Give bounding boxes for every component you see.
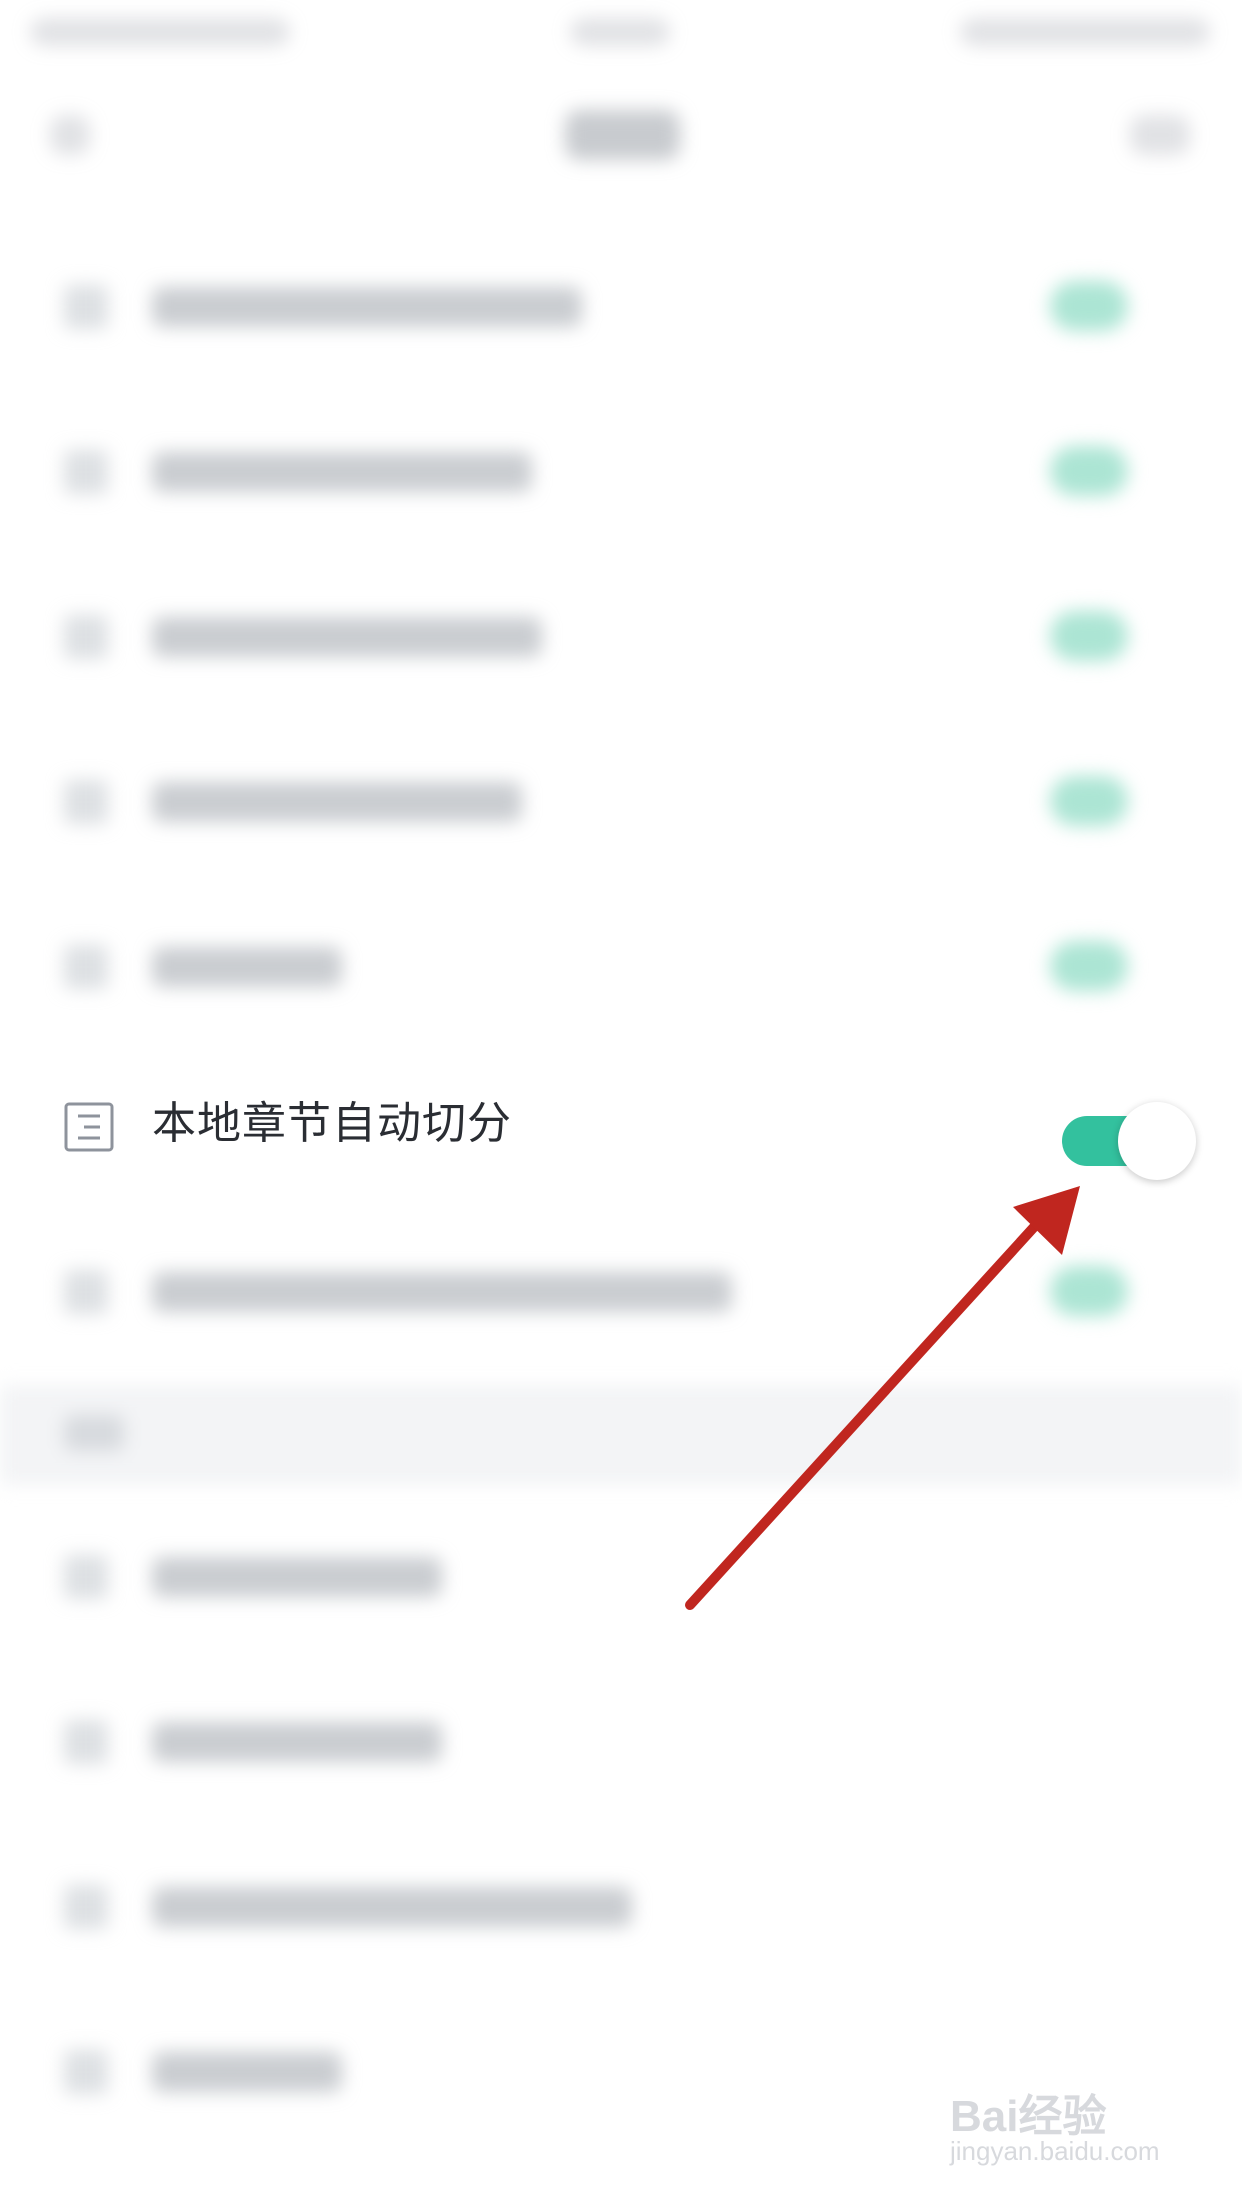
status-bar-battery bbox=[960, 18, 1210, 46]
row-icon bbox=[64, 1555, 108, 1599]
toggle-knob bbox=[1118, 1102, 1196, 1180]
watermark-brand: Bai经验 bbox=[950, 2092, 1107, 2141]
status-bar-carrier bbox=[30, 18, 290, 46]
auto-split-chapters-label: 本地章节自动切分 bbox=[152, 1098, 512, 1149]
row-icon bbox=[64, 1885, 108, 1929]
settings-row[interactable] bbox=[0, 1660, 1242, 1825]
settings-row[interactable] bbox=[0, 885, 1242, 1050]
page-title bbox=[565, 110, 680, 160]
document-lines-icon bbox=[64, 1102, 114, 1152]
section-separator bbox=[0, 1385, 1242, 1485]
row-label bbox=[152, 1722, 442, 1762]
toggle-switch[interactable] bbox=[1050, 776, 1128, 826]
row-label bbox=[152, 287, 582, 327]
toggle-switch[interactable] bbox=[1050, 446, 1128, 496]
row-label bbox=[152, 2052, 342, 2092]
row-label bbox=[152, 452, 532, 492]
row-label bbox=[152, 947, 342, 987]
toggle-switch[interactable] bbox=[1050, 611, 1128, 661]
row-icon bbox=[64, 450, 108, 494]
more-icon[interactable] bbox=[1130, 115, 1190, 155]
settings-row[interactable] bbox=[0, 390, 1242, 555]
toggle-switch[interactable] bbox=[1050, 941, 1128, 991]
toggle-switch[interactable] bbox=[1050, 281, 1128, 331]
watermark: Bai经验 jingyan.baidu.com bbox=[950, 2080, 1210, 2180]
row-icon bbox=[64, 285, 108, 329]
row-label bbox=[152, 782, 522, 822]
row-label bbox=[152, 1887, 632, 1927]
row-label bbox=[152, 617, 542, 657]
settings-row[interactable] bbox=[0, 1495, 1242, 1660]
status-bar bbox=[0, 0, 1242, 60]
watermark-url: jingyan.baidu.com bbox=[950, 2136, 1160, 2166]
row-icon bbox=[64, 1270, 108, 1314]
settings-row[interactable] bbox=[0, 1825, 1242, 1990]
row-label bbox=[152, 1272, 732, 1312]
section-header bbox=[64, 1415, 124, 1451]
settings-row[interactable] bbox=[0, 720, 1242, 885]
toggle-switch[interactable] bbox=[1050, 1266, 1128, 1316]
settings-row[interactable] bbox=[0, 225, 1242, 390]
row-icon bbox=[64, 945, 108, 989]
nav-bar bbox=[0, 60, 1242, 190]
row-icon bbox=[64, 615, 108, 659]
back-icon[interactable] bbox=[50, 115, 90, 155]
status-bar-time bbox=[570, 18, 670, 46]
row-label bbox=[152, 1557, 442, 1597]
settings-row[interactable] bbox=[0, 555, 1242, 720]
row-icon bbox=[64, 1720, 108, 1764]
auto-split-chapters-row[interactable]: 本地章节自动切分 bbox=[0, 1050, 1242, 1205]
row-icon bbox=[64, 780, 108, 824]
row-icon bbox=[64, 2050, 108, 2094]
settings-row[interactable] bbox=[0, 1210, 1242, 1375]
auto-split-chapters-toggle[interactable] bbox=[1062, 1102, 1200, 1180]
